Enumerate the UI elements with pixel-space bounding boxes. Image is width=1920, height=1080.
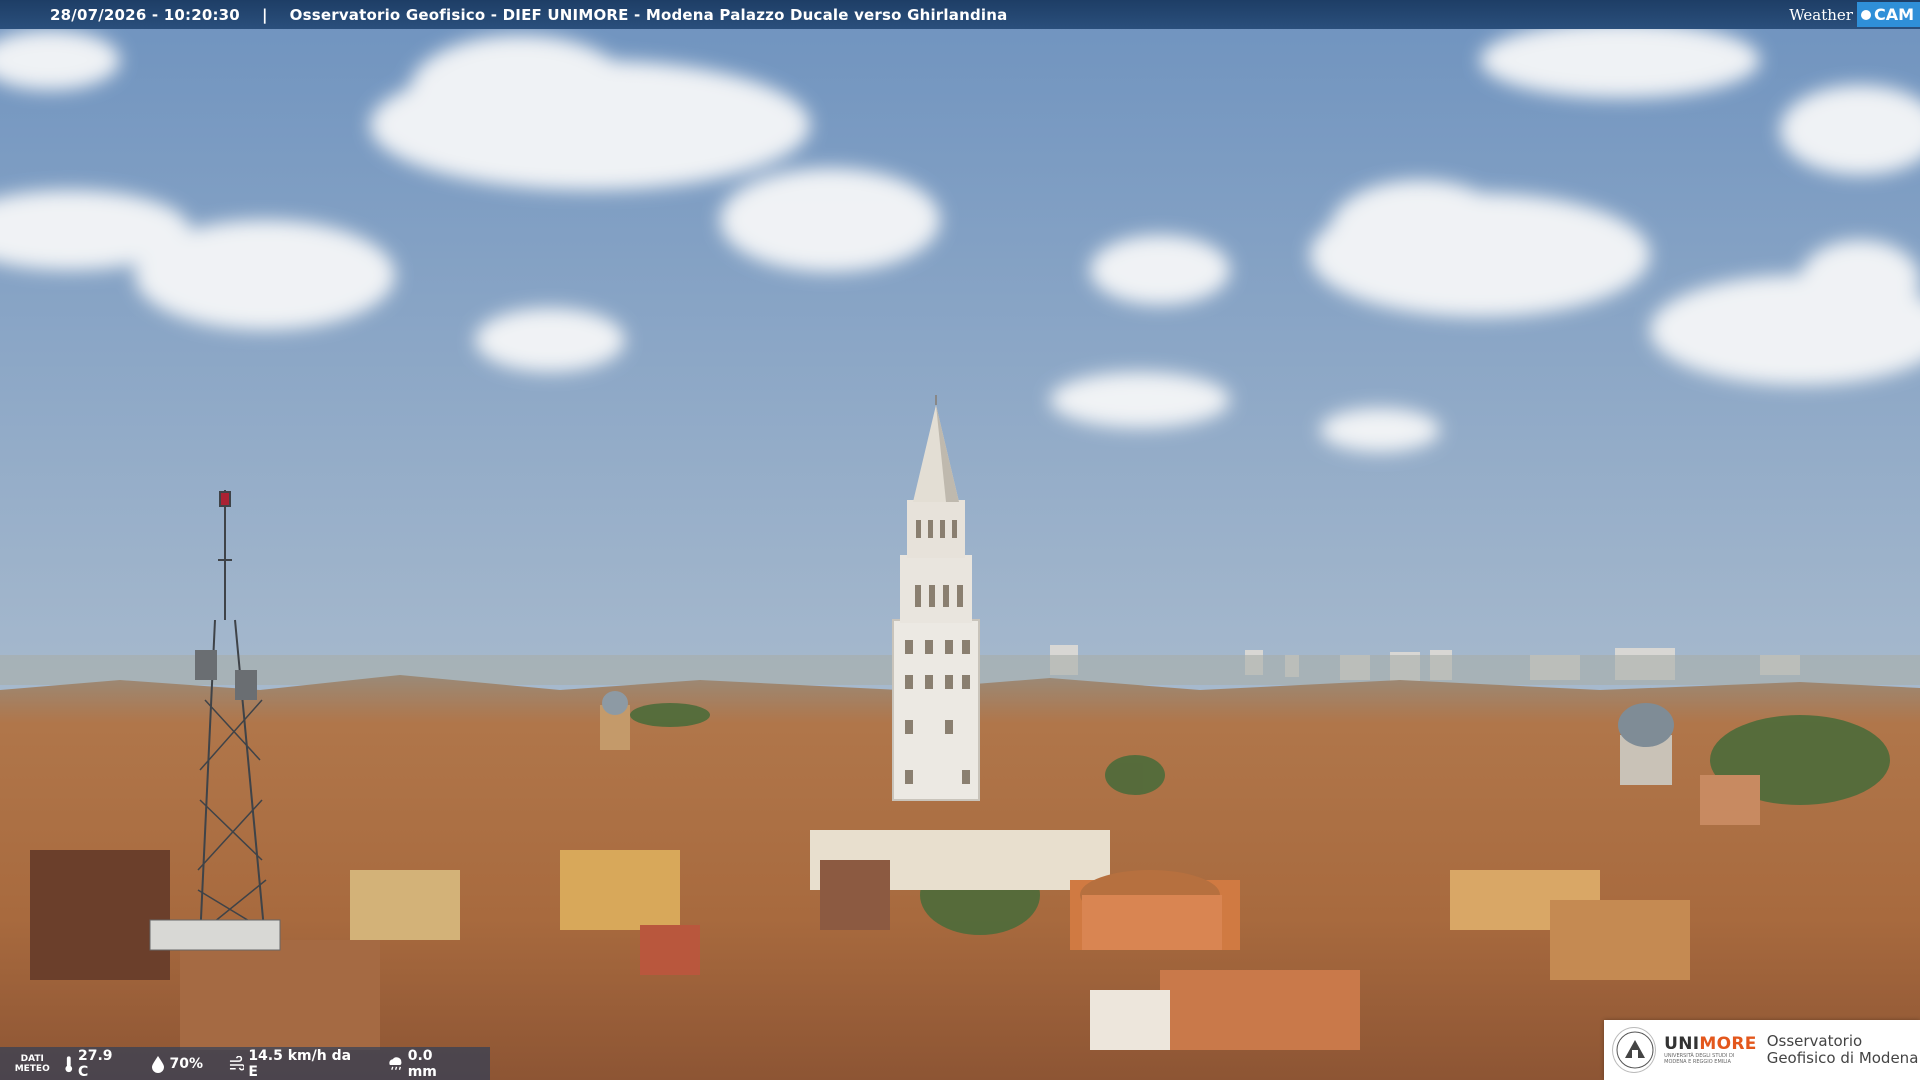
rain-icon — [388, 1056, 401, 1070]
timestamp: 28/07/2026 - 10:20:30 — [50, 5, 240, 24]
humidity-reading: 70% — [151, 1055, 203, 1073]
brand-cam: CAM — [1856, 2, 1920, 27]
wind-value: 14.5 km/h da E — [248, 1047, 352, 1080]
unimore-observatory-logo[interactable]: UNIMORE UNIVERSITÀ DEGLI STUDI DI MODENA… — [1604, 1020, 1920, 1080]
camera-title: Osservatorio Geofisico - DIEF UNIMORE - … — [289, 5, 1008, 24]
brand-weather: Weather — [1789, 5, 1853, 24]
temperature-value: 27.9 C — [77, 1047, 113, 1080]
unimore-name: UNIMORE — [1664, 1035, 1757, 1053]
university-subtitle: UNIVERSITÀ DEGLI STUDI DI MODENA E REGGI… — [1664, 1053, 1735, 1065]
uni-part: UNI — [1664, 1034, 1700, 1054]
unimore-wordmark: UNIMORE UNIVERSITÀ DEGLI STUDI DI MODENA… — [1664, 1035, 1757, 1065]
weather-data-strip: DATI METEO 27.9 C 70% 14.5 km/h da E 0.0… — [0, 1047, 490, 1080]
title-separator: | — [261, 5, 268, 24]
camera-lens-icon — [1860, 9, 1871, 20]
brand-cam-text: CAM — [1873, 5, 1914, 24]
rain-reading: 0.0 mm — [387, 1048, 465, 1080]
humidity-drop-icon — [152, 1055, 165, 1073]
observatory-name: Osservatorio Geofisico di Modena — [1766, 1032, 1919, 1067]
more-part: MORE — [1699, 1034, 1757, 1054]
wind-reading: 14.5 km/h da E — [229, 1048, 361, 1080]
rain-value: 0.0 mm — [407, 1047, 437, 1080]
humidity-value: 70% — [169, 1055, 203, 1072]
thermometer-icon — [65, 1055, 73, 1072]
university-seal-icon — [1612, 1027, 1657, 1073]
wind-icon — [229, 1055, 245, 1070]
webcam-scene — [0, 0, 1920, 1080]
weathercam-logo[interactable]: Weather CAM — [1789, 0, 1920, 29]
top-info-bar: 28/07/2026 - 10:20:30 | Osservatorio Geo… — [0, 0, 1920, 29]
meteo-label: DATI METEO — [14, 1054, 50, 1074]
meteo-label-line1: DATI — [20, 1053, 44, 1064]
temperature-reading: 27.9 C — [64, 1048, 125, 1080]
meteo-label-line2: METEO — [14, 1063, 50, 1074]
